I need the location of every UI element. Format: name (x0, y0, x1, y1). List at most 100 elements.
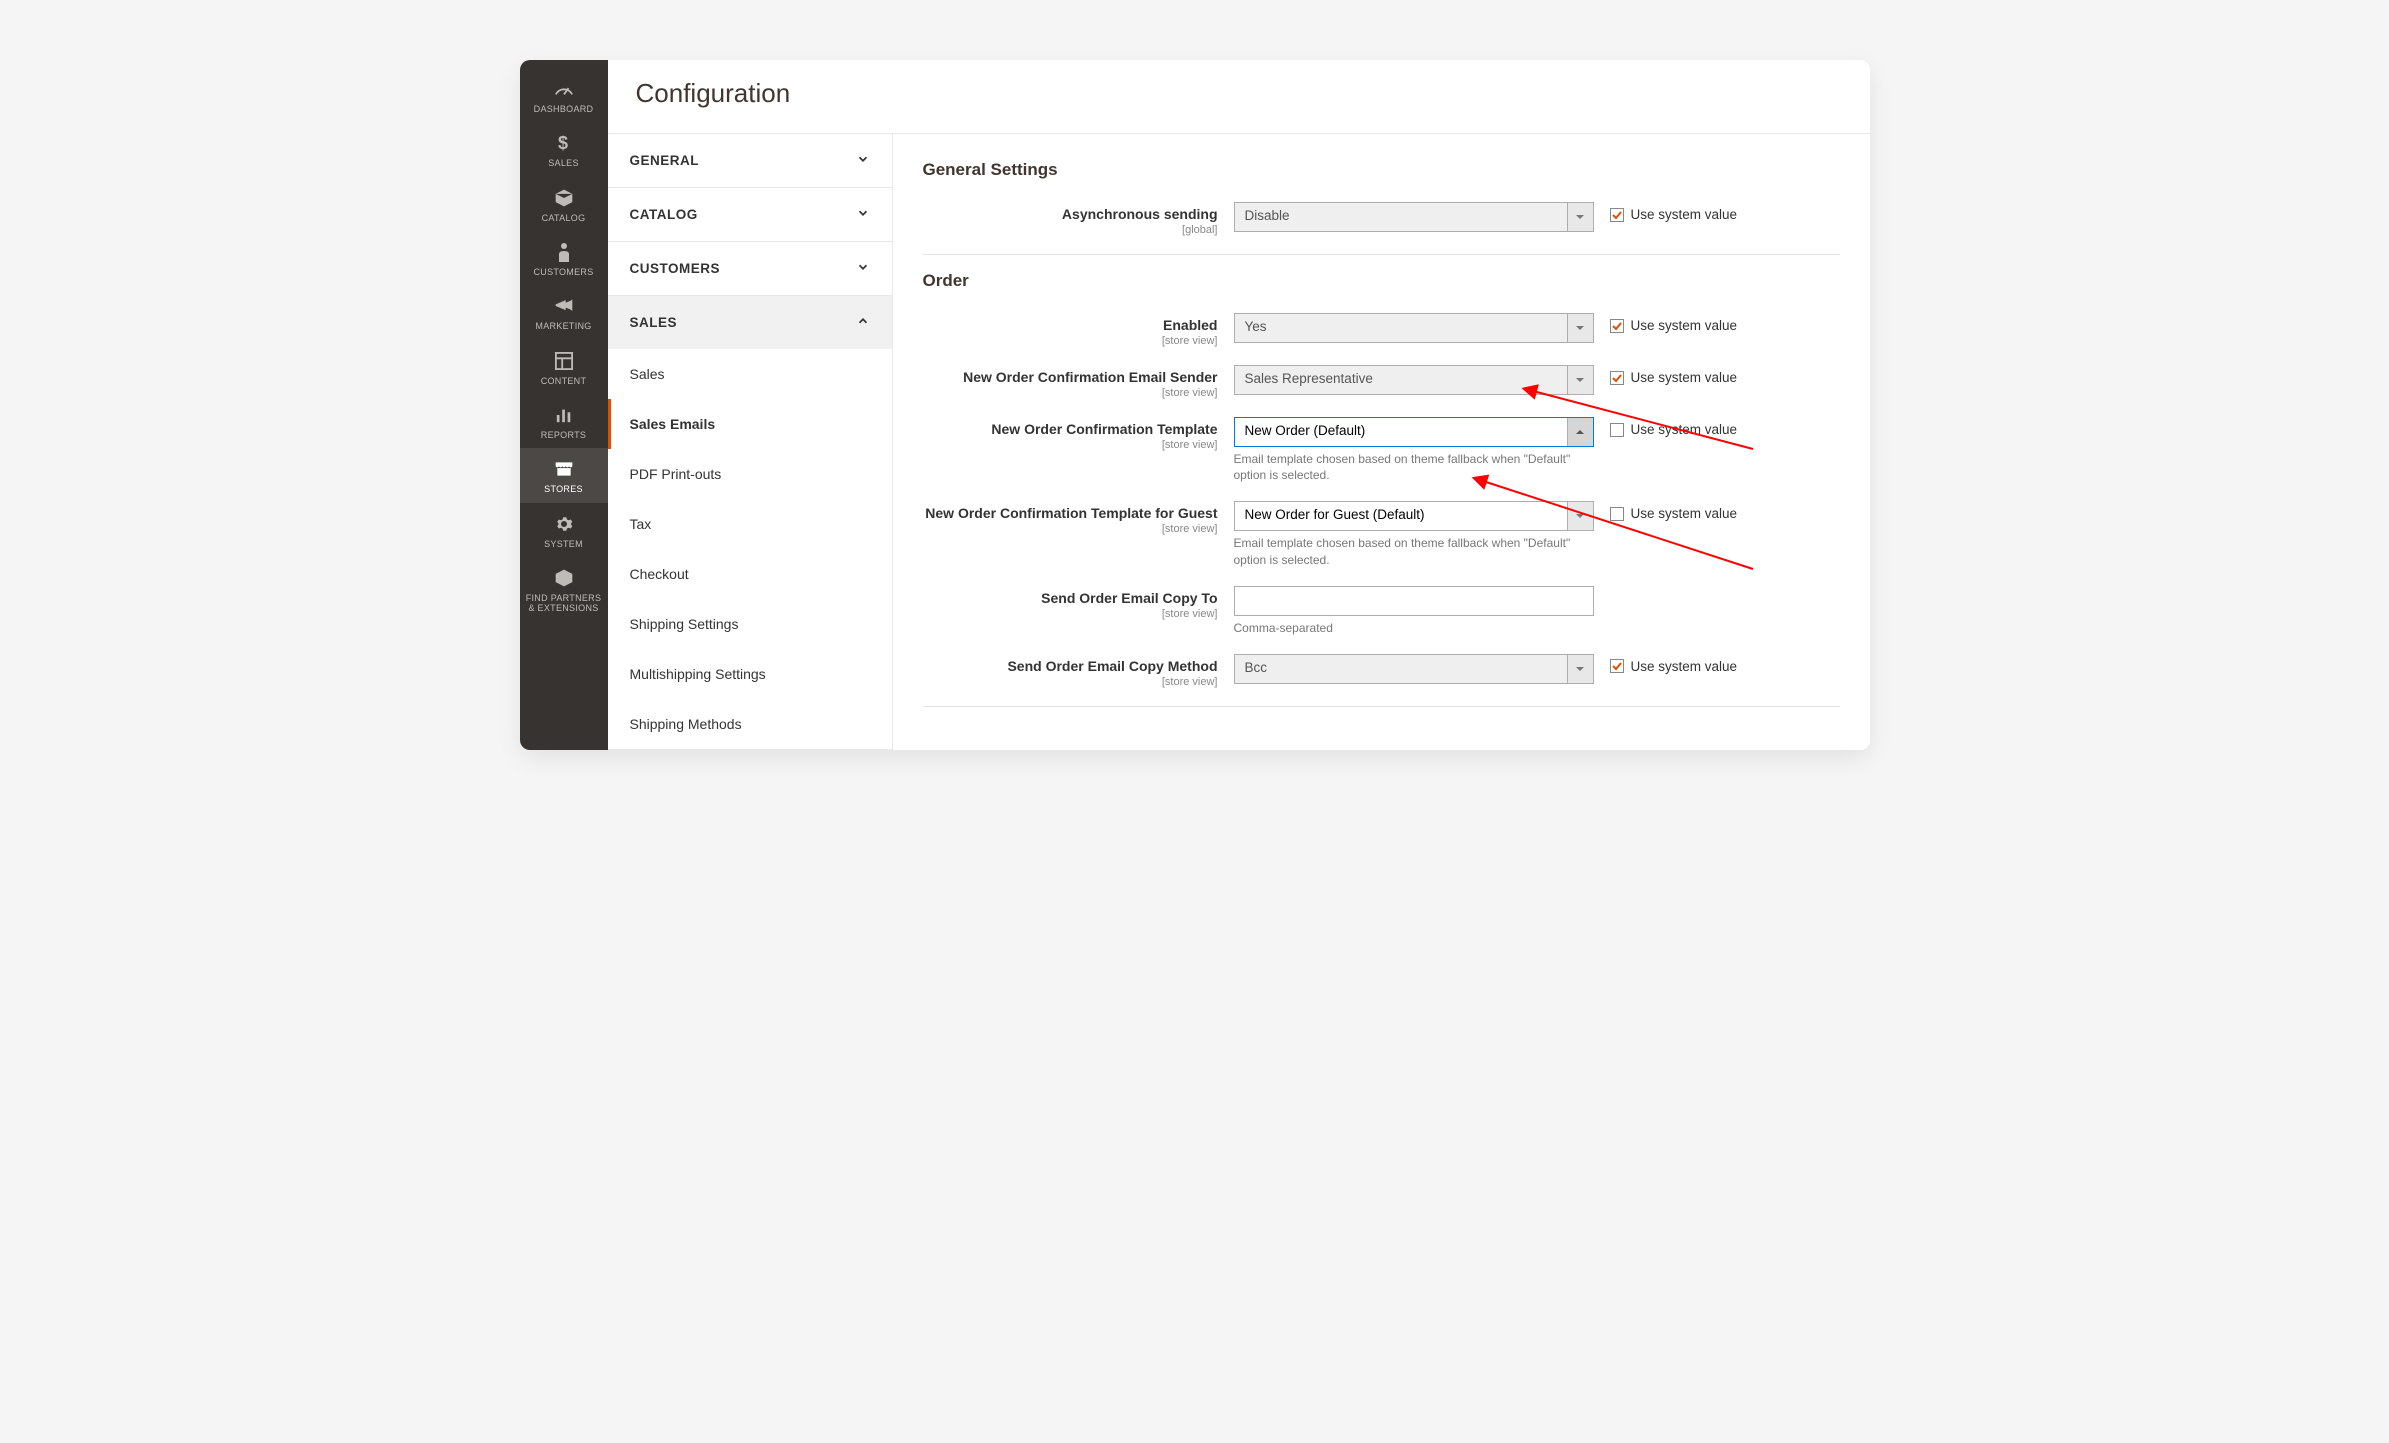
main-area: Configuration GENERAL CATALOG (608, 60, 1870, 750)
copy-method-select[interactable]: Bcc (1234, 654, 1594, 684)
field-scope: [store view] (923, 387, 1218, 399)
sub-checkout[interactable]: Checkout (608, 549, 892, 599)
rail-partners[interactable]: FIND PARTNERS & EXTENSIONS (520, 557, 608, 622)
select-value: Sales Representative (1235, 366, 1567, 394)
rail-sales[interactable]: $ SALES (520, 122, 608, 176)
field-hint: Email template chosen based on theme fal… (1234, 451, 1594, 483)
use-label: Use system value (1631, 207, 1738, 222)
checkbox-icon (1610, 371, 1624, 385)
select-value: Yes (1235, 314, 1567, 342)
app-window: DASHBOARD $ SALES CATALOG CUSTOMERS MARK… (520, 60, 1870, 750)
rail-dashboard[interactable]: DASHBOARD (520, 68, 608, 122)
field-label: New Order Confirmation Template (991, 421, 1217, 437)
page-title: Configuration (608, 60, 1870, 133)
sub-tax[interactable]: Tax (608, 499, 892, 549)
field-label: Asynchronous sending (1062, 206, 1218, 222)
tab-label: CUSTOMERS (630, 261, 721, 276)
field-scope: [store view] (923, 676, 1218, 688)
layout-icon (555, 350, 573, 372)
rail-catalog[interactable]: CATALOG (520, 177, 608, 231)
sender-select[interactable]: Sales Representative (1234, 365, 1594, 395)
select-value: New Order for Guest (Default) (1235, 502, 1567, 530)
rail-marketing[interactable]: MARKETING (520, 285, 608, 339)
gear-icon (555, 513, 573, 535)
select-value: New Order (Default) (1235, 418, 1567, 446)
caret-down-icon (1567, 502, 1593, 530)
caret-down-icon (1567, 203, 1593, 231)
sub-sales[interactable]: Sales (608, 349, 892, 399)
field-copy-method: Send Order Email Copy Method [store view… (923, 654, 1840, 688)
divider (923, 706, 1840, 707)
use-system-value[interactable]: Use system value (1610, 365, 1738, 385)
tab-customers[interactable]: CUSTOMERS (608, 242, 892, 295)
sub-pdf-printouts[interactable]: PDF Print-outs (608, 449, 892, 499)
template-select[interactable]: New Order (Default) (1234, 417, 1594, 447)
use-system-value[interactable]: Use system value (1610, 501, 1738, 521)
use-system-value[interactable]: Use system value (1610, 202, 1738, 222)
tab-sales[interactable]: SALES (608, 296, 892, 349)
rail-label: FIND PARTNERS & EXTENSIONS (522, 593, 606, 614)
copy-to-input[interactable] (1234, 586, 1594, 616)
puzzle-icon (554, 567, 574, 589)
bar-chart-icon (555, 404, 573, 426)
template-guest-select[interactable]: New Order for Guest (Default) (1234, 501, 1594, 531)
rail-stores[interactable]: STORES (520, 448, 608, 502)
tab-general[interactable]: GENERAL (608, 134, 892, 187)
rail-label: SYSTEM (544, 539, 583, 549)
rail-label: DASHBOARD (534, 104, 594, 114)
use-label: Use system value (1631, 422, 1738, 437)
field-hint: Email template chosen based on theme fal… (1234, 535, 1594, 567)
tab-label: GENERAL (630, 153, 700, 168)
checkbox-icon (1610, 208, 1624, 222)
caret-down-icon (1567, 366, 1593, 394)
tab-sales-sub: Sales Sales Emails PDF Print-outs Tax Ch… (608, 349, 892, 749)
sub-sales-emails[interactable]: Sales Emails (608, 399, 892, 449)
async-select[interactable]: Disable (1234, 202, 1594, 232)
select-value: Disable (1235, 203, 1567, 231)
field-scope: [store view] (923, 439, 1218, 451)
checkbox-icon (1610, 319, 1624, 333)
use-system-value[interactable]: Use system value (1610, 654, 1738, 674)
caret-down-icon (1567, 314, 1593, 342)
rail-label: CONTENT (541, 376, 587, 386)
content: GENERAL CATALOG CUSTOMERS (608, 133, 1870, 750)
use-system-value[interactable]: Use system value (1610, 417, 1738, 437)
dollar-icon: $ (557, 132, 571, 154)
field-hint: Comma-separated (1234, 620, 1594, 636)
use-label: Use system value (1631, 318, 1738, 333)
rail-customers[interactable]: CUSTOMERS (520, 231, 608, 285)
use-label: Use system value (1631, 659, 1738, 674)
use-system-value[interactable]: Use system value (1610, 313, 1738, 333)
field-scope: [store view] (923, 335, 1218, 347)
section-general-settings: General Settings (923, 160, 1840, 180)
tab-label: SALES (630, 315, 678, 330)
tab-catalog[interactable]: CATALOG (608, 188, 892, 241)
rail-label: CUSTOMERS (533, 267, 593, 277)
dashboard-icon (553, 78, 575, 100)
chevron-down-icon (856, 152, 870, 169)
field-label: Send Order Email Copy Method (1007, 658, 1217, 674)
rail-content[interactable]: CONTENT (520, 340, 608, 394)
rail-reports[interactable]: REPORTS (520, 394, 608, 448)
chevron-up-icon (856, 314, 870, 331)
section-order: Order (923, 271, 1840, 291)
field-async-sending: Asynchronous sending [global] Disable Us… (923, 202, 1840, 236)
checkbox-icon (1610, 423, 1624, 437)
field-label: Send Order Email Copy To (1041, 590, 1217, 606)
rail-system[interactable]: SYSTEM (520, 503, 608, 557)
field-copy-to: Send Order Email Copy To [store view] Co… (923, 586, 1840, 636)
sub-shipping-methods[interactable]: Shipping Methods (608, 699, 892, 749)
rail-label: CATALOG (542, 213, 586, 223)
field-template-guest: New Order Confirmation Template for Gues… (923, 501, 1840, 567)
field-label: New Order Confirmation Email Sender (963, 369, 1217, 385)
enabled-select[interactable]: Yes (1234, 313, 1594, 343)
sub-shipping-settings[interactable]: Shipping Settings (608, 599, 892, 649)
form-panel: General Settings Asynchronous sending [g… (893, 134, 1870, 750)
use-label: Use system value (1631, 370, 1738, 385)
person-icon (557, 241, 571, 263)
chevron-down-icon (856, 206, 870, 223)
svg-text:$: $ (558, 133, 568, 153)
field-enabled: Enabled [store view] Yes Use system valu… (923, 313, 1840, 347)
sub-multishipping[interactable]: Multishipping Settings (608, 649, 892, 699)
field-template: New Order Confirmation Template [store v… (923, 417, 1840, 483)
